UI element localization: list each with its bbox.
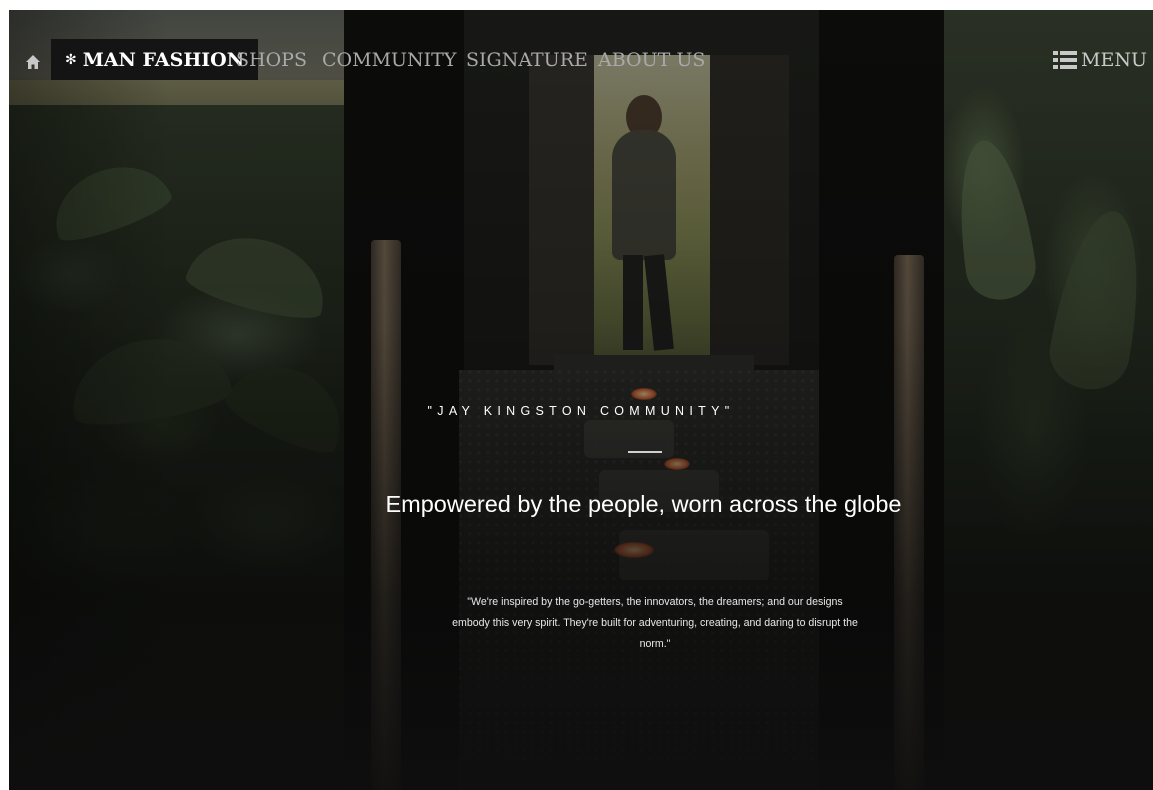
menu-button[interactable]: MENU [1053,49,1147,71]
brand-logo-link[interactable]: ✻ MAN FASHION [51,39,259,80]
nav-link-community[interactable]: COMMUNITY [322,49,456,71]
home-icon[interactable] [23,52,43,72]
nav-link-signature[interactable]: SIGNATURE [466,49,588,71]
top-navigation: ✻ MAN FASHION SHOPS COMMUNITY SIGNATURE … [9,10,1153,106]
hero-divider [628,451,662,453]
menu-label: MENU [1081,49,1147,71]
hero-background-image [9,10,1153,790]
nav-link-shops[interactable]: SHOPS [236,49,307,71]
hero-headline: Empowered by the people, worn across the… [385,491,902,517]
brand-label: MAN FASHION [82,48,245,71]
hero-quote: "We're inspired by the go-getters, the i… [452,596,858,650]
hero-eyebrow: "JAY KINGSTON COMMUNITY" [427,404,735,418]
asterisk-icon: ✻ [65,51,77,68]
list-icon [1053,51,1077,69]
nav-link-about-us[interactable]: ABOUT US [598,49,705,71]
page-frame: ✻ MAN FASHION SHOPS COMMUNITY SIGNATURE … [9,10,1153,790]
